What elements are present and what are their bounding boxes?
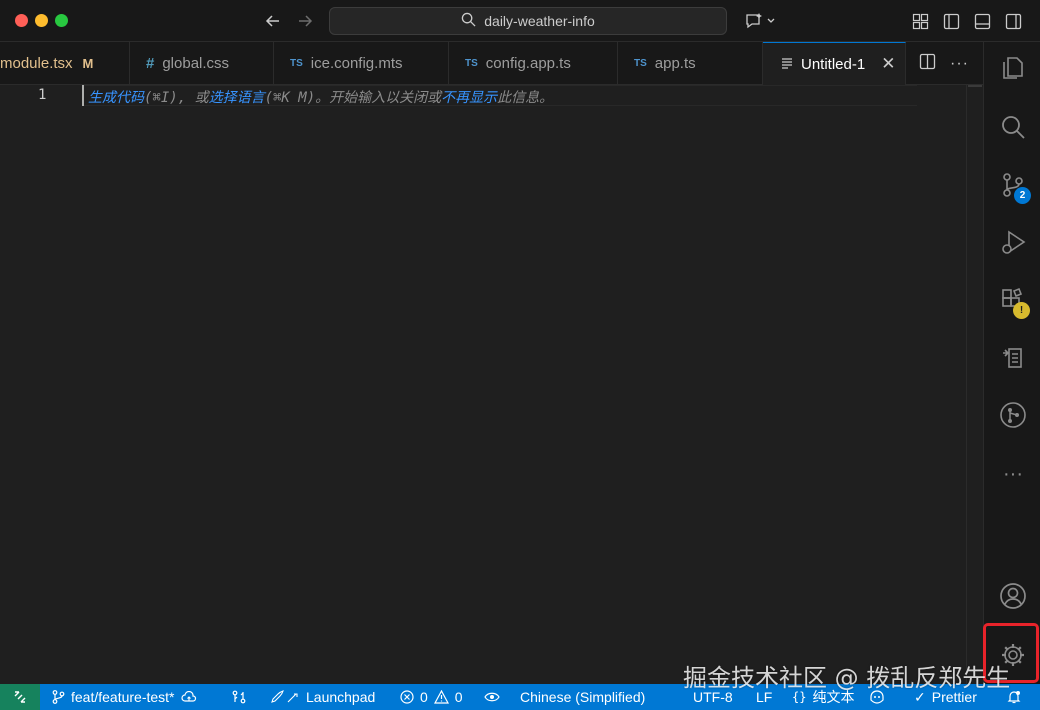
- tab-ice-config-mts[interactable]: TS ice.config.mts: [274, 42, 449, 85]
- remote-explorer-icon[interactable]: [997, 341, 1029, 373]
- launchpad-label: Launchpad: [306, 689, 376, 705]
- watermark: 掘金技术社区 @ 拨乱反郑先生: [683, 664, 1011, 692]
- hint-text: 此信息。: [497, 90, 554, 106]
- editor-area[interactable]: 1 生成代码(⌘I), 或选择语言(⌘K M)。开始输入以关闭或不再显示此信息。: [0, 85, 983, 684]
- extensions-icon[interactable]: !: [997, 284, 1030, 319]
- typescript-file-icon: TS: [634, 58, 647, 69]
- branch-status[interactable]: feat/feature-test*: [52, 684, 197, 710]
- git-compare-icon[interactable]: [232, 684, 246, 710]
- scm-count-badge: 2: [1014, 187, 1031, 204]
- close-tab-icon[interactable]: ✕: [881, 54, 895, 74]
- generate-code-link[interactable]: 生成代码: [88, 90, 144, 106]
- warning-badge-icon: !: [1013, 302, 1030, 319]
- split-editor-icon[interactable]: [919, 53, 936, 75]
- scrollbar-marker: [968, 85, 982, 87]
- error-icon: [400, 690, 414, 704]
- rocket-icon: [271, 690, 298, 703]
- cloud-sync-icon: [180, 691, 196, 702]
- tab-module-tsx[interactable]: module.tsx M: [0, 42, 130, 85]
- minimize-window-button[interactable]: [35, 14, 48, 27]
- dont-show-again-link[interactable]: 不再显示: [441, 90, 497, 106]
- customize-layout-icon[interactable]: [908, 8, 932, 34]
- command-center-search[interactable]: daily-weather-info: [329, 7, 727, 35]
- modified-badge: M: [82, 56, 94, 71]
- tab-label: global.css: [162, 55, 230, 72]
- editor-actions: ···: [919, 42, 983, 85]
- tab-untitled-1[interactable]: Untitled-1 ✕: [763, 42, 906, 85]
- source-control-icon[interactable]: 2: [997, 169, 1031, 204]
- hint-text: (⌘K M)。开始输入以关闭或: [264, 90, 442, 106]
- title-bar: daily-weather-info: [0, 0, 1040, 42]
- tab-label: Untitled-1: [801, 55, 866, 73]
- error-count: 0: [420, 689, 428, 705]
- warning-count: 0: [454, 689, 463, 705]
- select-language-link[interactable]: 选择语言: [209, 90, 265, 106]
- back-arrow-icon[interactable]: [260, 8, 286, 34]
- tab-label: app.ts: [654, 55, 696, 72]
- branch-name: feat/feature-test*: [71, 689, 175, 705]
- search-icon[interactable]: [997, 111, 1029, 143]
- git-graph-icon[interactable]: [997, 399, 1029, 431]
- tab-app-ts[interactable]: TS app.ts: [618, 42, 763, 85]
- maximize-window-button[interactable]: [55, 14, 68, 27]
- branch-icon: [52, 690, 65, 704]
- typescript-file-icon: TS: [290, 58, 303, 69]
- tab-config-app-ts[interactable]: TS config.app.ts: [449, 42, 618, 85]
- tab-global-css[interactable]: # global.css: [130, 42, 274, 85]
- close-window-button[interactable]: [15, 14, 28, 27]
- toggle-panel-icon[interactable]: [970, 8, 994, 34]
- css-hash-icon: #: [146, 55, 155, 72]
- problems-status[interactable]: 0 0: [400, 684, 463, 710]
- warning-icon: [433, 690, 449, 704]
- more-views-icon[interactable]: ···: [997, 458, 1029, 490]
- tab-label: config.app.ts: [485, 55, 571, 72]
- editor-tab-bar: module.tsx M # global.css TS ice.config.…: [0, 42, 983, 85]
- toggle-secondary-sidebar-icon[interactable]: [1001, 8, 1025, 34]
- hint-text: (⌘I), 或: [144, 90, 209, 106]
- remote-indicator-icon[interactable]: [0, 684, 40, 710]
- more-actions-icon[interactable]: ···: [950, 55, 969, 73]
- vertical-scrollbar[interactable]: [966, 85, 983, 684]
- eye-icon[interactable]: [484, 684, 500, 710]
- run-debug-icon[interactable]: [997, 226, 1029, 258]
- file-lines-icon: [781, 56, 793, 73]
- typescript-file-icon: TS: [465, 58, 478, 69]
- launchpad-button[interactable]: Launchpad: [270, 684, 375, 710]
- text-cursor: [82, 85, 84, 106]
- explorer-icon[interactable]: [997, 52, 1029, 84]
- tab-label: ice.config.mts: [310, 55, 403, 72]
- copilot-chat-icon[interactable]: [742, 8, 778, 34]
- search-text: daily-weather-info: [484, 13, 595, 29]
- empty-editor-hint: 生成代码(⌘I), 或选择语言(⌘K M)。开始输入以关闭或不再显示此信息。: [88, 87, 553, 107]
- search-icon: [461, 12, 476, 30]
- accounts-icon[interactable]: [997, 580, 1029, 612]
- tab-label: module.tsx: [0, 55, 73, 72]
- language-pack-status[interactable]: Chinese (Simplified): [520, 684, 645, 710]
- toggle-primary-sidebar-icon[interactable]: [939, 8, 963, 34]
- line-number: 1: [38, 87, 47, 103]
- forward-arrow-icon[interactable]: [292, 8, 318, 34]
- activity-bar: 2 ! ···: [983, 42, 1040, 684]
